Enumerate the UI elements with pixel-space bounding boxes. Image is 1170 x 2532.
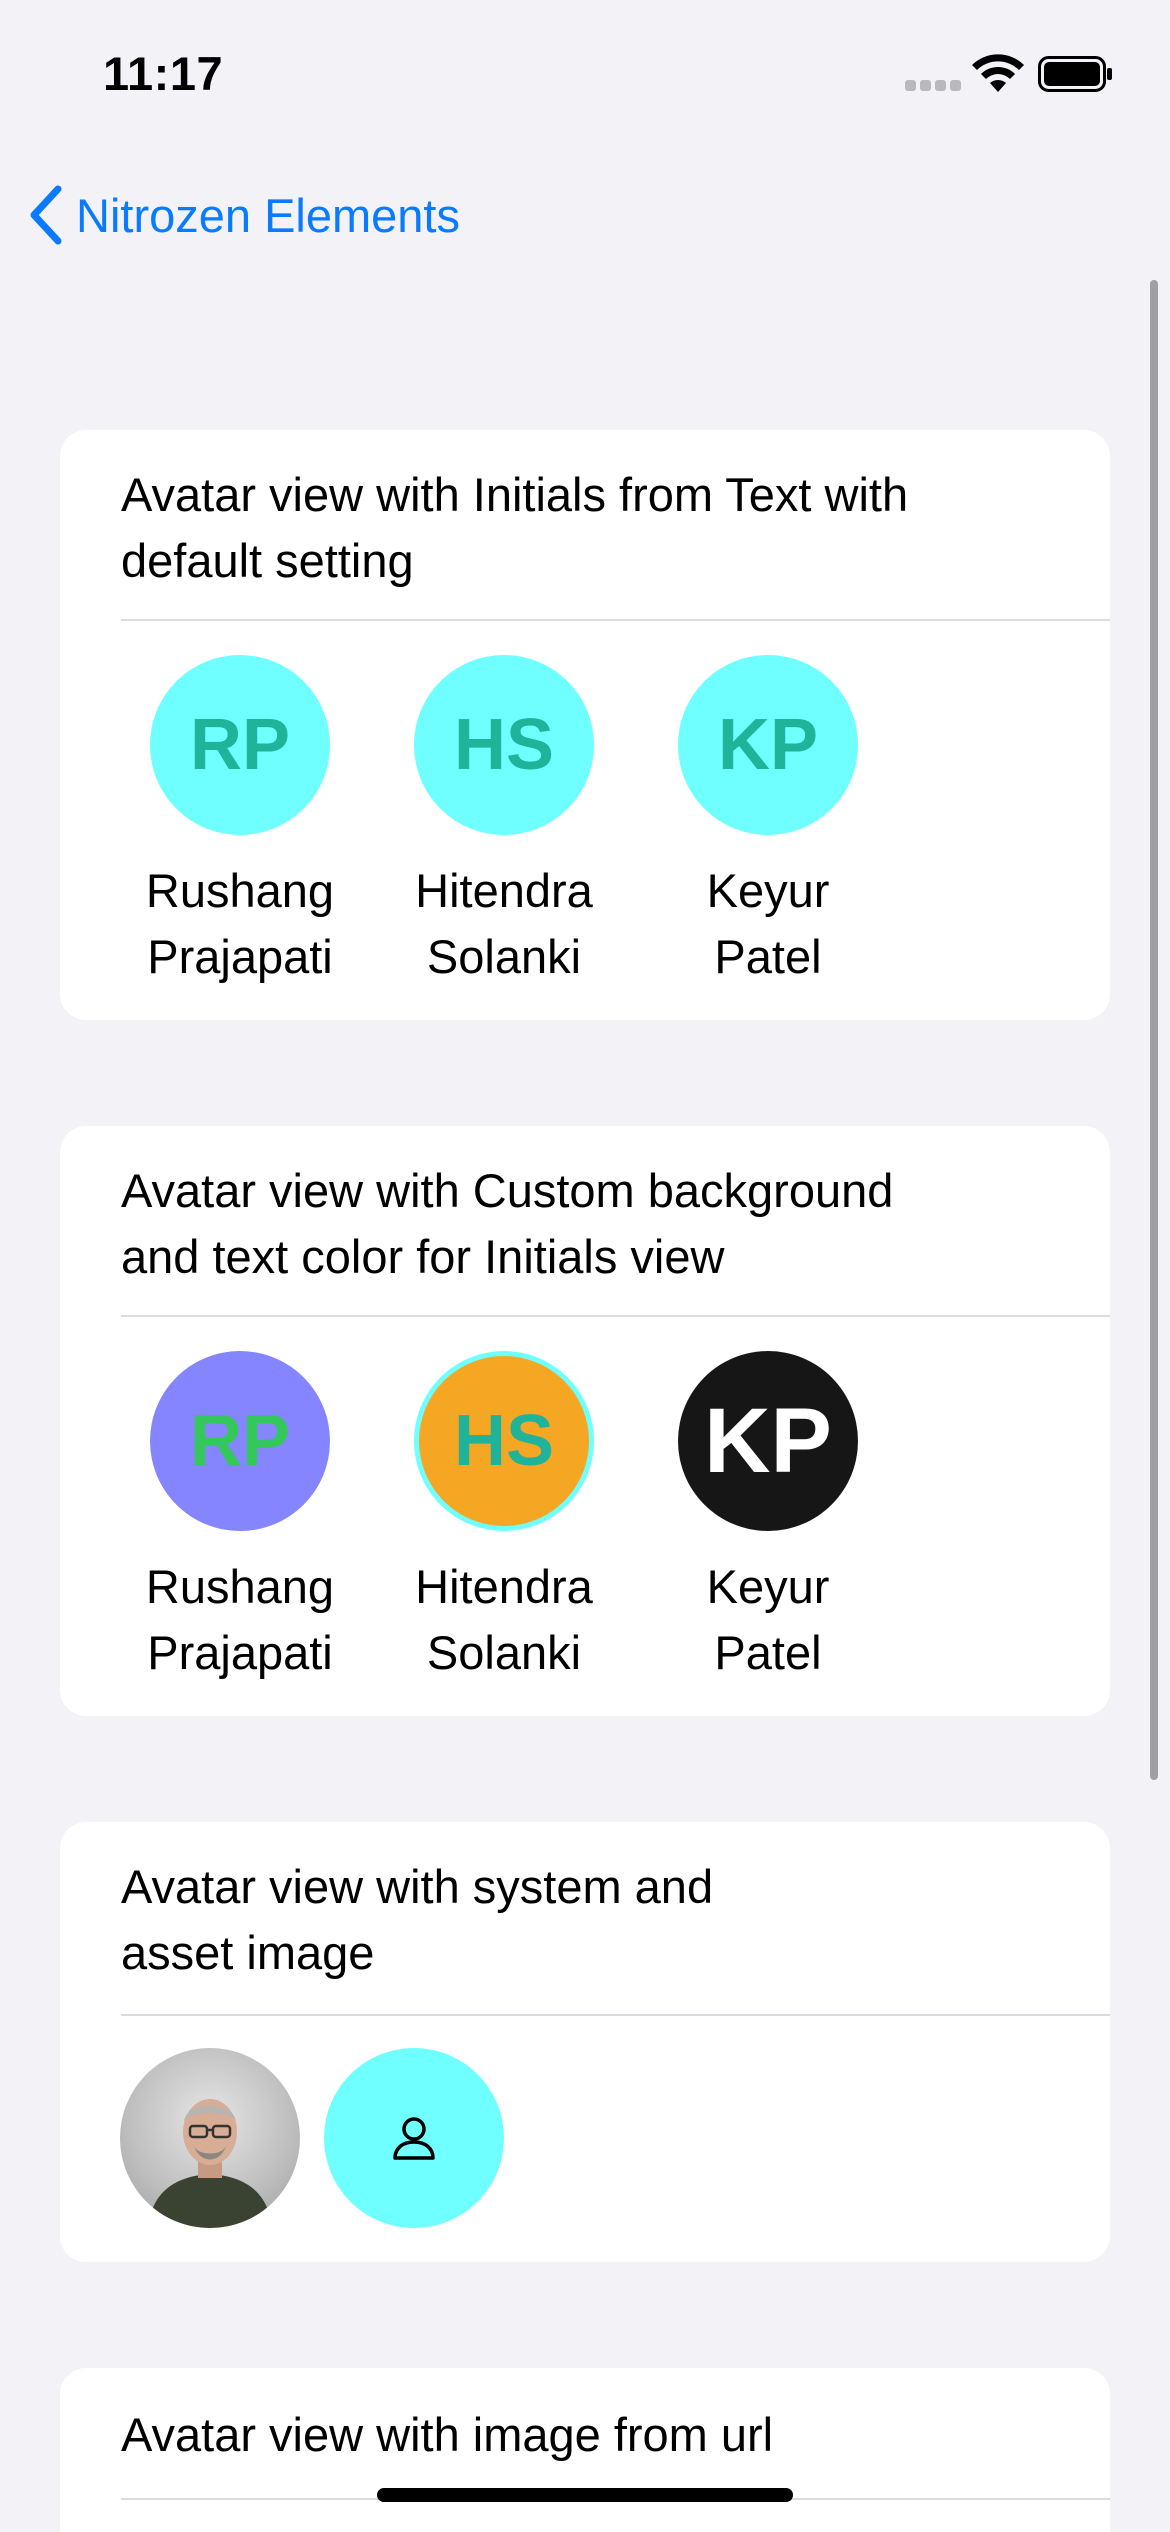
divider — [121, 1315, 1110, 1317]
cellular-signal-icon — [905, 80, 961, 94]
avatar-initials[interactable]: HS — [414, 1351, 594, 1531]
section-title: Avatar view with Initials from Text with… — [121, 468, 909, 587]
section-title: Avatar view with system and asset image — [121, 1860, 714, 1979]
section-system-asset-image: Avatar view with system and asset image — [60, 1822, 1110, 2262]
person-icon — [393, 2117, 435, 2160]
avatar-initials[interactable]: RP — [150, 655, 330, 835]
section-image-from-url: Avatar view with image from url — [60, 2368, 1110, 2532]
avatar-name: Keyur Patel — [706, 864, 830, 983]
avatar-asset-photo[interactable] — [120, 2048, 300, 2228]
avatar-initials[interactable]: KP — [678, 655, 858, 835]
avatar-initials[interactable]: HS — [414, 655, 594, 835]
navigation-bar: Nitrozen Elements — [0, 160, 1170, 260]
avatar-initials[interactable]: KP — [678, 1351, 858, 1531]
home-indicator[interactable] — [377, 2488, 793, 2502]
avatar-name: Hitendra Solanki — [415, 1560, 593, 1679]
wifi-icon — [972, 54, 1024, 92]
section-title: Avatar view with Custom background and t… — [121, 1164, 894, 1283]
avatar-name: Hitendra Solanki — [415, 864, 593, 983]
back-button[interactable]: Nitrozen Elements — [24, 180, 460, 250]
avatar-system-image[interactable] — [324, 2048, 504, 2228]
scrollbar[interactable] — [1150, 280, 1158, 1780]
divider — [121, 2014, 1110, 2016]
avatar-name: Rushang Prajapati — [145, 864, 335, 983]
section-initials-custom: Avatar view with Custom background and t… — [60, 1126, 1110, 1716]
avatar-name: Rushang Prajapati — [145, 1560, 335, 1679]
status-bar: 11:17 — [0, 0, 1170, 150]
back-button-label: Nitrozen Elements — [76, 188, 460, 242]
status-time: 11:17 — [103, 47, 224, 100]
section-initials-default: Avatar view with Initials from Text with… — [60, 430, 1110, 1020]
avatar-initials[interactable]: RP — [150, 1351, 330, 1531]
battery-icon — [1038, 56, 1112, 92]
divider — [121, 619, 1110, 621]
chevron-left-icon — [24, 180, 68, 250]
person-photo-icon — [148, 2099, 272, 2228]
avatar-name: Keyur Patel — [706, 1560, 830, 1679]
section-title: Avatar view with image from url — [121, 2408, 774, 2461]
